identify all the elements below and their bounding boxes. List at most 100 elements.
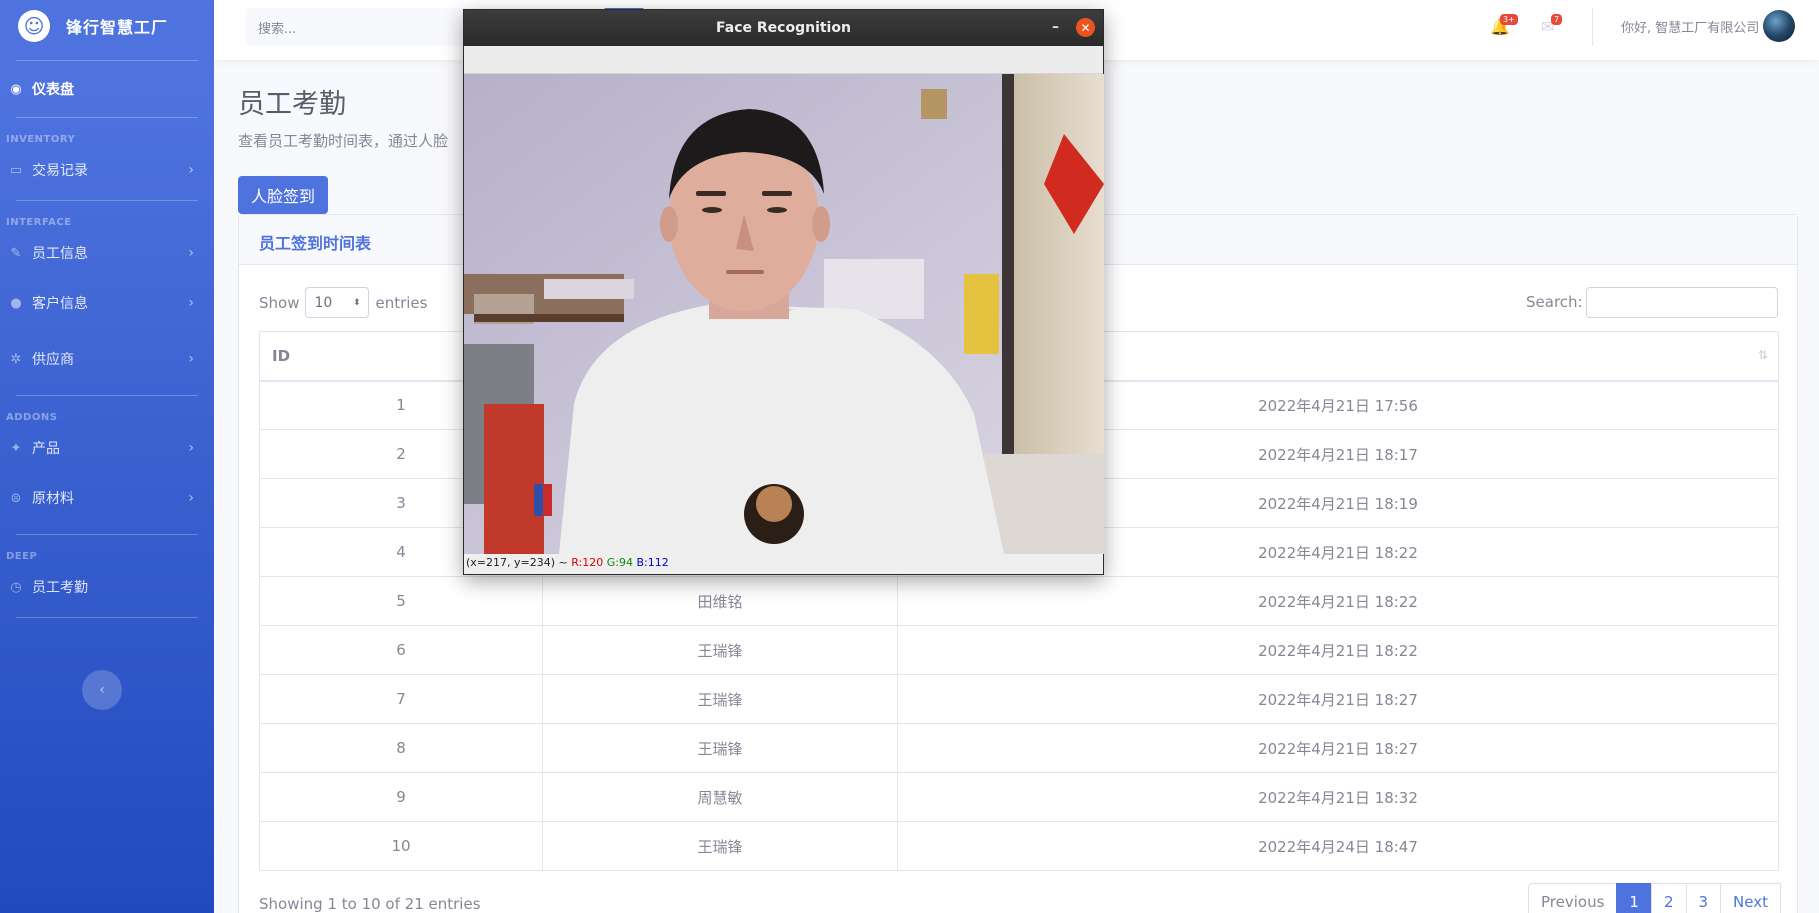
cell-id: 8 [259, 723, 543, 773]
show-label: Show [259, 293, 300, 312]
sidebar-item-label: 员工信息 [32, 246, 88, 262]
pixel-red-value: R:120 [571, 556, 604, 569]
sidebar-item-label: 供应商 [32, 352, 74, 368]
chevron-right-icon: › [188, 351, 194, 367]
cube-icon: ✦ [10, 440, 22, 456]
sidebar-item-transactions[interactable]: ▭ 交易记录 › [0, 148, 214, 192]
sidebar-item-employees[interactable]: ✎ 员工信息 › [0, 231, 214, 275]
window-status-bar: (x=217, y=234) ~ R:120 G:94 B:112 [464, 554, 1103, 572]
sidebar-item-label: 员工考勤 [32, 580, 88, 596]
credit-card-icon: ▭ [9, 162, 23, 178]
window-toolbar [464, 46, 1103, 74]
sidebar-item-label: 产品 [32, 441, 60, 457]
table-search-label: Search: [1526, 293, 1583, 311]
chevron-left-icon: ‹ [99, 682, 105, 698]
camera-frame-image [464, 74, 1104, 554]
table-row: 7 王瑞锋 2022年4月21日 18:27 [259, 674, 1779, 724]
chevron-right-icon: › [188, 162, 194, 178]
chevron-right-icon: › [188, 245, 194, 261]
close-icon: ✕ [1080, 20, 1091, 35]
table-row: 5 田维铭 2022年4月21日 18:22 [259, 576, 1779, 626]
pixel-blue-value: B:112 [636, 556, 669, 569]
sidebar-divider [16, 395, 198, 396]
sidebar-toggle-button[interactable]: ‹ [82, 670, 122, 710]
cell-name: 王瑞锋 [542, 674, 898, 724]
table-row: 8 王瑞锋 2022年4月21日 18:27 [259, 723, 1779, 773]
box-icon: ⊜ [10, 490, 22, 506]
sidebar: ☺ 锋行智慧工厂 ◉ 仪表盘 INVENTORY ▭ 交易记录 › INTERF… [0, 0, 214, 913]
sidebar-item-suppliers[interactable]: ✲ 供应商 › [0, 331, 214, 387]
face-recognition-window[interactable]: Face Recognition – ✕ (x=217, y=234) ~ R:… [463, 9, 1104, 575]
cell-name: 周慧敏 [542, 772, 898, 822]
cell-id: 9 [259, 772, 543, 822]
table-search-input[interactable] [1586, 287, 1778, 318]
cell-id: 7 [259, 674, 543, 724]
pagination: Previous 1 2 3 Next [1528, 883, 1781, 913]
face-checkin-button[interactable]: 人脸签到 [238, 176, 328, 214]
sidebar-divider [16, 617, 198, 618]
topbar-divider [1592, 8, 1593, 46]
entries-label: entries [375, 293, 428, 312]
cog-icon: ✲ [10, 351, 22, 367]
sidebar-heading-addons: ADDONS [6, 412, 58, 423]
wrench-icon: ✎ [10, 245, 22, 261]
window-titlebar[interactable]: Face Recognition – ✕ [464, 10, 1103, 46]
cell-id: 6 [259, 625, 543, 675]
user-icon: ● [10, 295, 22, 311]
close-button[interactable]: ✕ [1076, 18, 1095, 37]
smile-icon: ☺ [18, 10, 50, 42]
window-title: Face Recognition [716, 20, 851, 36]
chevron-right-icon: › [188, 440, 194, 456]
sidebar-item-customers[interactable]: ● 客户信息 › [0, 275, 214, 331]
table-info: Showing 1 to 10 of 21 entries [259, 895, 481, 913]
sidebar-heading-interface: INTERFACE [6, 217, 72, 228]
page-1-button[interactable]: 1 [1616, 883, 1652, 913]
table-row: 6 王瑞锋 2022年4月21日 18:22 [259, 625, 1779, 675]
chevron-right-icon: › [188, 490, 194, 506]
camera-feed[interactable] [464, 74, 1104, 554]
page-description: 查看员工考勤时间表，通过人脸 [238, 132, 449, 150]
page-3-button[interactable]: 3 [1685, 883, 1722, 913]
sidebar-brand[interactable]: ☺ 锋行智慧工厂 [0, 0, 214, 52]
messages-button[interactable]: ✉ 7 [1541, 14, 1563, 36]
cell-name: 王瑞锋 [542, 821, 898, 871]
alerts-badge: 3+ [1500, 14, 1518, 25]
cell-name: 王瑞锋 [542, 625, 898, 675]
sidebar-divider [16, 200, 198, 201]
sort-icon: ⇅ [1757, 348, 1768, 362]
sidebar-item-label: 交易记录 [32, 163, 88, 179]
sidebar-item-dashboard[interactable]: ◉ 仪表盘 [0, 61, 214, 117]
pixel-green-value: G:94 [606, 556, 633, 569]
sidebar-heading-deep: DEEP [6, 551, 38, 562]
table-row: 10 王瑞锋 2022年4月24日 18:47 [259, 821, 1779, 871]
entries-value: 10 [314, 294, 333, 311]
page-title: 员工考勤 [238, 89, 346, 120]
cell-time: 2022年4月21日 18:27 [897, 674, 1779, 724]
sidebar-item-products[interactable]: ✦ 产品 › [0, 426, 214, 470]
entries-length: Show 10 ⬍ entries [259, 287, 427, 318]
cell-time: 2022年4月21日 18:22 [897, 576, 1779, 626]
sidebar-item-label: 客户信息 [32, 296, 88, 312]
sidebar-item-label: 原材料 [32, 491, 74, 507]
chevron-right-icon: › [188, 295, 194, 311]
cell-name: 王瑞锋 [542, 723, 898, 773]
sidebar-divider [16, 534, 198, 535]
user-greeting[interactable]: 你好, 智慧工厂有限公司 [1621, 17, 1759, 36]
entries-select[interactable]: 10 ⬍ [305, 287, 370, 318]
cell-id: 10 [259, 821, 543, 871]
avatar[interactable] [1763, 10, 1795, 42]
sidebar-item-attendance[interactable]: ◷ 员工考勤 [0, 565, 214, 609]
next-page-button[interactable]: Next [1720, 883, 1781, 913]
sidebar-item-materials[interactable]: ⊜ 原材料 › [0, 470, 214, 526]
messages-badge: 7 [1551, 14, 1563, 25]
tachometer-icon: ◉ [10, 81, 22, 97]
alerts-button[interactable]: 🔔 3+ [1490, 14, 1518, 36]
previous-page-button[interactable]: Previous [1528, 883, 1618, 913]
cell-time: 2022年4月21日 18:32 [897, 772, 1779, 822]
pixel-position: (x=217, y=234) ~ [466, 556, 572, 569]
sort-arrows-icon: ⬍ [352, 297, 361, 308]
minimize-button[interactable]: – [1052, 19, 1059, 35]
page-2-button[interactable]: 2 [1650, 883, 1687, 913]
cell-id: 5 [259, 576, 543, 626]
cell-time: 2022年4月21日 18:27 [897, 723, 1779, 773]
